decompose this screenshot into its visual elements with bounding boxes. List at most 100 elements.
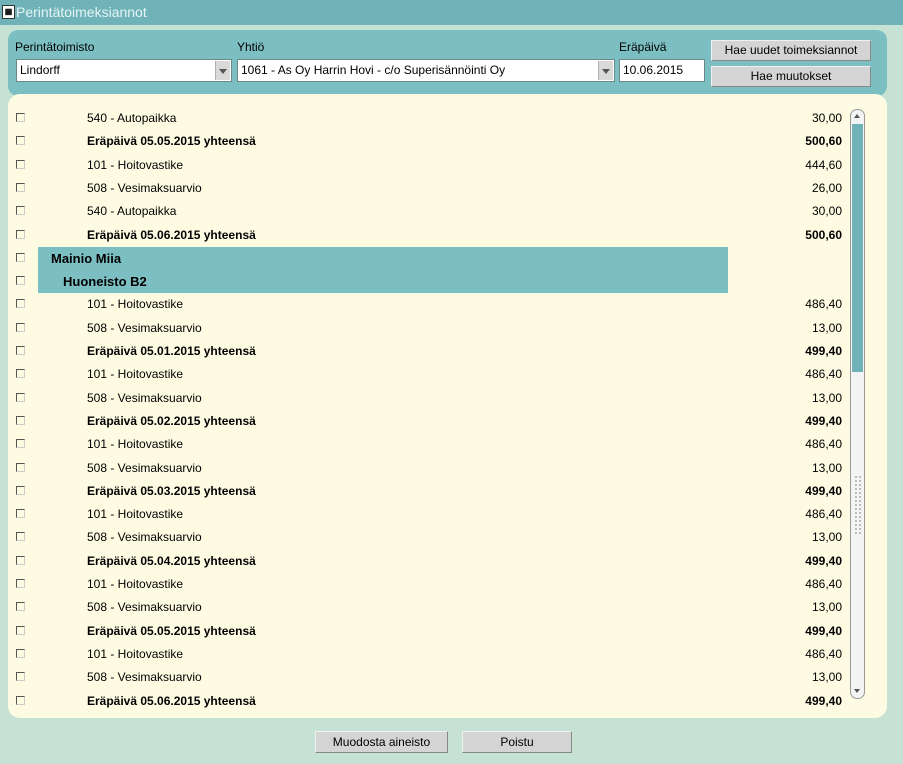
row-amount: 486,40 (805, 297, 842, 312)
row-description: 101 - Hoitovastike (87, 367, 184, 382)
row-checkbox[interactable] (16, 579, 25, 588)
row-description: 101 - Hoitovastike (87, 577, 184, 591)
due-date-value: 10.06.2015 (623, 63, 684, 77)
row-checkbox[interactable] (16, 695, 25, 705)
company-value: 1061 - As Oy Harrin Hovi - c/o Superisän… (241, 63, 506, 77)
company-label: Yhtiö (237, 40, 265, 54)
row-checkbox[interactable] (16, 369, 25, 379)
table-row: 508 - Vesimaksuarvio 13,00 (8, 387, 887, 410)
row-checkbox[interactable] (16, 206, 25, 216)
row-amount: 499,40 (805, 553, 842, 568)
table-row: 101 - Hoitovastike 486,40 (8, 363, 887, 386)
create-dataset-button[interactable]: Muodosta aineisto (315, 731, 448, 753)
app-icon: ▦ (2, 5, 15, 19)
due-date-input[interactable]: 10.06.2015 (619, 59, 705, 82)
title-bar: ▦ Perintätoimeksiannot (0, 0, 903, 25)
agency-select[interactable]: Lindorff (16, 59, 232, 82)
row-checkbox[interactable] (16, 136, 25, 146)
row-checkbox[interactable] (16, 113, 25, 122)
row-amount: 486,40 (805, 646, 842, 661)
row-amount: 486,40 (805, 367, 842, 382)
row-amount: 30,00 (811, 111, 842, 125)
table-row: 508 - Vesimaksuarvio 13,00 (8, 317, 887, 340)
row-checkbox[interactable] (16, 485, 25, 495)
row-checkbox[interactable] (16, 299, 25, 309)
row-checkbox[interactable] (16, 625, 25, 635)
row-description: Eräpäivä 05.05.2015 yhteensä (87, 623, 256, 638)
fetch-changes-button[interactable]: Hae muutokset (711, 66, 871, 87)
row-checkbox[interactable] (16, 462, 25, 472)
row-description: 508 - Vesimaksuarvio (87, 670, 202, 685)
row-checkbox[interactable] (16, 182, 25, 192)
table-row: 508 - Vesimaksuarvio 13,00 (8, 666, 887, 689)
scroll-down-icon[interactable] (851, 685, 864, 698)
row-description: 508 - Vesimaksuarvio (87, 320, 202, 335)
chevron-down-icon[interactable] (215, 61, 230, 80)
person-header: Mainio Miia (38, 246, 728, 270)
exit-button[interactable]: Poistu (462, 731, 572, 753)
row-description: Eräpäivä 05.01.2015 yhteensä (87, 344, 256, 358)
row-description: 508 - Vesimaksuarvio (87, 460, 202, 475)
row-amount: 13,00 (811, 670, 842, 685)
row-checkbox[interactable] (16, 392, 25, 402)
table-row: 101 - Hoitovastike 486,40 (8, 503, 887, 526)
row-amount: 13,00 (811, 390, 842, 405)
window-title: Perintätoimeksiannot (16, 4, 147, 20)
row-description: 508 - Vesimaksuarvio (87, 530, 202, 545)
row-description: 101 - Hoitovastike (87, 507, 184, 522)
row-checkbox[interactable] (16, 276, 25, 286)
row-checkbox[interactable] (16, 346, 25, 355)
row-amount: 500,60 (805, 227, 842, 242)
table-row: 508 - Vesimaksuarvio 13,00 (8, 596, 887, 619)
row-checkbox[interactable] (16, 322, 25, 332)
row-description: Eräpäivä 05.06.2015 yhteensä (87, 227, 256, 242)
scrollbar-thumb[interactable] (852, 124, 863, 372)
row-checkbox[interactable] (16, 439, 25, 449)
row-amount: 486,40 (805, 577, 842, 591)
scroll-up-icon[interactable] (851, 110, 864, 123)
row-amount: 499,40 (805, 344, 842, 358)
apartment-row: Huoneisto B2 (8, 270, 887, 294)
row-amount: 26,00 (811, 180, 842, 195)
row-description: 540 - Autopaikka (87, 111, 177, 125)
table-row: 508 - Vesimaksuarvio 13,00 (8, 457, 887, 480)
apartment-header: Huoneisto B2 (38, 270, 728, 294)
filter-panel: Perintätoimisto Lindorff Yhtiö 1061 - As… (8, 30, 887, 96)
table-row: 508 - Vesimaksuarvio 13,00 (8, 526, 887, 549)
total-row: Eräpäivä 05.06.2015 yhteensä 499,40 (8, 690, 887, 713)
row-amount: 444,60 (805, 157, 842, 172)
row-checkbox[interactable] (16, 159, 25, 169)
row-checkbox[interactable] (16, 602, 25, 612)
row-amount: 499,40 (805, 413, 842, 428)
row-description: 540 - Autopaikka (87, 204, 177, 219)
row-checkbox[interactable] (16, 648, 25, 658)
row-description: 508 - Vesimaksuarvio (87, 390, 202, 405)
row-checkbox[interactable] (16, 252, 25, 262)
table-row: 101 - Hoitovastike 486,40 (8, 643, 887, 666)
row-amount: 13,00 (811, 320, 842, 335)
row-description: Eräpäivä 05.06.2015 yhteensä (87, 693, 256, 708)
row-amount: 499,40 (805, 693, 842, 708)
total-row: Eräpäivä 05.01.2015 yhteensä 499,40 (8, 340, 887, 363)
row-description: 101 - Hoitovastike (87, 437, 184, 452)
vertical-scrollbar[interactable] (850, 109, 865, 699)
table-row: 101 - Hoitovastike 444,60 (8, 154, 887, 177)
total-row: Eräpäivä 05.06.2015 yhteensä 500,60 (8, 224, 887, 247)
row-checkbox[interactable] (16, 415, 25, 425)
row-description: Eräpäivä 05.02.2015 yhteensä (87, 413, 256, 428)
row-checkbox[interactable] (16, 532, 25, 542)
fetch-new-assignments-button[interactable]: Hae uudet toimeksiannot (711, 40, 871, 61)
row-checkbox[interactable] (16, 509, 25, 519)
total-row: Eräpäivä 05.04.2015 yhteensä 499,40 (8, 550, 887, 573)
total-row: Eräpäivä 05.05.2015 yhteensä 500,60 (8, 130, 887, 153)
row-description: Eräpäivä 05.03.2015 yhteensä (87, 483, 256, 498)
company-select[interactable]: 1061 - As Oy Harrin Hovi - c/o Superisän… (237, 59, 615, 82)
person-row: Mainio Miia (8, 246, 887, 270)
chevron-down-icon[interactable] (598, 61, 613, 80)
table-row: 508 - Vesimaksuarvio 26,00 (8, 177, 887, 200)
row-checkbox[interactable] (16, 555, 25, 565)
row-checkbox[interactable] (16, 229, 25, 239)
row-checkbox[interactable] (16, 672, 25, 682)
row-description: 101 - Hoitovastike (87, 157, 184, 172)
table-row: 540 - Autopaikka 30,00 (8, 200, 887, 223)
